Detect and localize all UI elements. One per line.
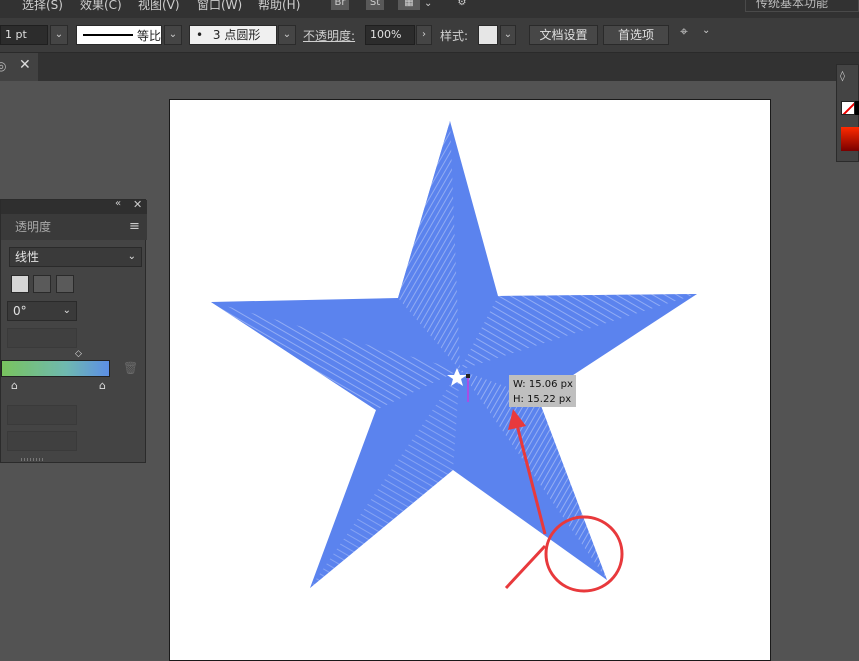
- tooltip-height: H: 15.22 px: [513, 394, 572, 405]
- tab-transparency[interactable]: 透明度: [5, 214, 67, 240]
- stroke-gradient-within-icon[interactable]: [11, 275, 29, 293]
- chevron-down-icon: ⌄: [62, 305, 71, 316]
- opacity-field[interactable]: [7, 405, 77, 425]
- aspect-ratio-field[interactable]: [7, 328, 77, 348]
- none-swatch-icon[interactable]: [841, 101, 855, 115]
- annotation-arrow-short: [504, 544, 547, 590]
- gradient-type-value: 线性: [15, 250, 40, 264]
- color-spectrum[interactable]: [841, 127, 859, 151]
- close-icon[interactable]: ✕: [133, 198, 142, 211]
- color-stop-left-icon[interactable]: ⌂: [11, 379, 18, 392]
- gradient-panel: « ✕ 透明度 ≡ 线性 ⌄ 0° ⌄ ◇ ⌂ ⌂ 🗑: [0, 198, 147, 463]
- color-panel: ◊: [836, 64, 859, 162]
- color-stop-right-icon[interactable]: ⌂: [99, 379, 106, 392]
- black-swatch[interactable]: [855, 101, 859, 115]
- stroke-gradient-across-icon[interactable]: [56, 275, 74, 293]
- midpoint-diamond-icon[interactable]: ◇: [75, 349, 82, 359]
- chevron-down-icon: ⌄: [127, 251, 136, 262]
- tooltip-width: W: 15.06 px: [513, 379, 573, 390]
- angle-field[interactable]: 0° ⌄: [7, 301, 77, 321]
- gradient-type-select[interactable]: 线性 ⌄: [9, 247, 142, 267]
- delete-stop-icon[interactable]: 🗑: [123, 361, 138, 375]
- resize-grip[interactable]: [21, 458, 45, 461]
- collapse-panel-icon[interactable]: «: [115, 198, 121, 209]
- angle-value: 0°: [13, 304, 27, 318]
- size-tooltip: W: 15.06 px H: 15.22 px: [509, 375, 576, 407]
- panel-tabs: 透明度 ≡: [1, 214, 147, 240]
- panel-header[interactable]: « ✕: [1, 198, 147, 214]
- panel-toggle-icon[interactable]: ◊: [840, 71, 845, 82]
- selection-anchor: [466, 374, 470, 378]
- gradient-slider[interactable]: [1, 360, 110, 377]
- location-field[interactable]: [7, 431, 77, 451]
- panel-menu-icon[interactable]: ≡: [129, 219, 140, 234]
- none-slash: [842, 102, 854, 114]
- stroke-gradient-along-icon[interactable]: [33, 275, 51, 293]
